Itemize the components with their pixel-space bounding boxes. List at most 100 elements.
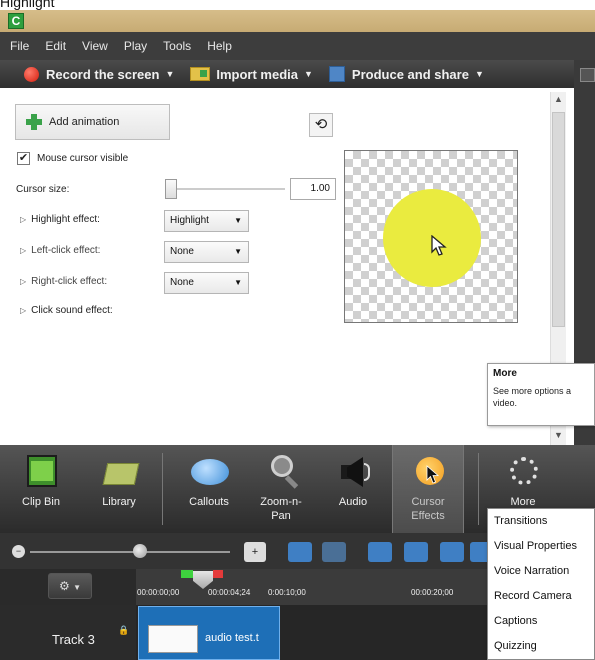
menu-item-record-camera[interactable]: Record Camera	[488, 584, 594, 609]
tab-callouts[interactable]: Callouts	[176, 445, 242, 533]
reset-icon[interactable]: ⟲	[309, 113, 333, 137]
copy-icon[interactable]	[440, 542, 464, 562]
clip-thumbnail	[148, 625, 198, 653]
import-media-label: Import media	[216, 66, 298, 82]
timeline-zoom-thumb[interactable]	[133, 544, 147, 558]
mouse-cursor-visible-row: ✔ Mouse cursor visible	[17, 152, 128, 165]
tab-library[interactable]: Library	[88, 445, 150, 533]
menu-edit[interactable]: Edit	[45, 39, 66, 53]
cursor-size-slider-track[interactable]	[170, 188, 285, 190]
tab-cursor-effects[interactable]: Cursor Effects	[392, 445, 464, 533]
produce-share-button[interactable]: Produce and share ▼	[328, 66, 484, 82]
tab-zoom-n-pan-label: Zoom-n- Pan	[248, 495, 314, 523]
mouse-pointer-icon	[431, 235, 447, 256]
menu-tools[interactable]: Tools	[163, 39, 191, 53]
menu-play[interactable]: Play	[124, 39, 147, 53]
menu-help[interactable]: Help	[207, 39, 232, 53]
left-click-effect-row[interactable]: ▷ Left-click effect:	[20, 245, 100, 256]
import-media-button[interactable]: Import media ▼	[190, 67, 313, 82]
chevron-down-icon: ▼	[234, 216, 242, 225]
highlight-effect-row[interactable]: ▷ Highlight effect:	[20, 214, 100, 225]
cursor-effects-icon	[408, 453, 448, 489]
cursor-size-label: Cursor size:	[16, 184, 70, 195]
timeline-settings-button[interactable]: ⚙ ▼	[48, 573, 92, 599]
highlight-effect-label: Highlight effect:	[31, 214, 100, 225]
selection-start-marker[interactable]	[181, 570, 193, 578]
highlight-effect-value: Highlight	[170, 215, 209, 226]
right-click-effect-select[interactable]: None ▼	[164, 272, 249, 294]
left-click-effect-select[interactable]: None ▼	[164, 241, 249, 263]
highlight-effect-select[interactable]: Highlight ▼	[164, 210, 249, 232]
scroll-down-icon[interactable]: ▼	[554, 430, 563, 440]
expand-triangle-icon: ▷	[20, 306, 27, 315]
cursor-size-slider-thumb[interactable]	[165, 179, 177, 199]
mouse-pointer-icon	[426, 465, 440, 484]
menu-item-quizzing[interactable]: Quizzing	[488, 634, 594, 659]
caption-text: Highlight	[0, 0, 55, 10]
left-click-effect-value: None	[170, 246, 194, 257]
zoom-in-icon[interactable]: +	[244, 542, 266, 562]
menu-item-voice-narration[interactable]: Voice Narration	[488, 559, 594, 584]
cursor-effect-preview	[344, 150, 518, 323]
film-icon	[21, 453, 61, 489]
folder-icon	[190, 67, 211, 81]
speech-bubble-icon	[189, 453, 229, 489]
track-name: Track 3	[52, 632, 95, 647]
track-lock-icon[interactable]: 🔒	[118, 625, 129, 636]
cursor-size-input[interactable]: 1.00	[290, 178, 336, 200]
chevron-down-icon: ▼	[234, 278, 242, 287]
right-click-effect-row[interactable]: ▷ Right-click effect:	[20, 276, 107, 287]
menu-item-visual-properties[interactable]: Visual Properties	[488, 534, 594, 559]
tab-library-label: Library	[102, 496, 136, 508]
selection-end-marker[interactable]	[213, 570, 223, 578]
click-sound-effect-label: Click sound effect:	[31, 305, 113, 316]
menu-bar: File Edit View Play Tools Help	[0, 32, 595, 60]
tab-cursor-effects-label: Cursor Effects	[393, 495, 463, 523]
chevron-down-icon: ▼	[73, 583, 82, 592]
split-icon[interactable]	[404, 542, 428, 562]
tab-clip-bin-label: Clip Bin	[22, 496, 60, 508]
record-icon	[24, 66, 39, 82]
tab-cursor-effects-label-line2: Effects	[411, 510, 445, 522]
library-folder-icon	[99, 453, 140, 489]
tab-zoom-n-pan-label-line1: Zoom-n-	[260, 496, 302, 508]
menu-item-captions[interactable]: Captions	[488, 609, 594, 634]
scrollbar-thumb[interactable]	[552, 112, 565, 327]
clip-label: audio test.t	[205, 632, 259, 644]
mouse-cursor-visible-checkbox[interactable]: ✔	[17, 152, 30, 165]
more-menu: Transitions Visual Properties Voice Narr…	[487, 508, 595, 660]
zoom-out-icon[interactable]: −	[12, 545, 25, 558]
tab-zoom-n-pan[interactable]: Zoom-n- Pan	[248, 445, 314, 533]
plus-icon	[26, 114, 42, 130]
scroll-up-icon[interactable]: ▲	[554, 94, 563, 104]
chevron-down-icon: ▼	[474, 69, 484, 79]
click-sound-effect-row[interactable]: ▷ Click sound effect:	[20, 305, 113, 316]
expand-triangle-icon: ▷	[20, 246, 27, 255]
tab-callouts-label: Callouts	[189, 496, 229, 508]
tab-more-label: More	[510, 496, 536, 508]
menu-file[interactable]: File	[10, 39, 29, 53]
tab-audio[interactable]: Audio	[322, 445, 384, 533]
speaker-icon	[333, 453, 373, 489]
redo-icon[interactable]	[322, 542, 346, 562]
camtasia-window: Highlight C File Edit View Play Tools He…	[0, 0, 595, 660]
cut-icon[interactable]	[368, 542, 392, 562]
panel-toggle-icon[interactable]	[580, 68, 595, 82]
menu-view[interactable]: View	[82, 39, 108, 53]
tab-audio-label: Audio	[338, 496, 368, 508]
more-tooltip: More See more options a video.	[487, 363, 595, 426]
time-label-20s: 00:00:20;00	[411, 588, 454, 597]
undo-icon[interactable]	[288, 542, 312, 562]
tab-cursor-effects-label-line1: Cursor	[411, 496, 445, 508]
mouse-cursor-visible-label: Mouse cursor visible	[37, 153, 129, 164]
record-screen-label: Record the screen	[46, 66, 160, 82]
record-screen-button[interactable]: Record the screen ▼	[24, 66, 174, 82]
timeline-zoom-track[interactable]	[30, 551, 230, 553]
produce-icon	[328, 66, 345, 82]
tab-clip-bin[interactable]: Clip Bin	[10, 445, 72, 533]
menu-item-transitions[interactable]: Transitions	[488, 509, 594, 534]
add-animation-button[interactable]: Add animation	[15, 104, 170, 140]
time-label-0: 00:00:00;00	[137, 588, 180, 597]
tooltip-body-line1: See more options a	[493, 386, 572, 396]
tooltip-title: More	[493, 368, 517, 379]
